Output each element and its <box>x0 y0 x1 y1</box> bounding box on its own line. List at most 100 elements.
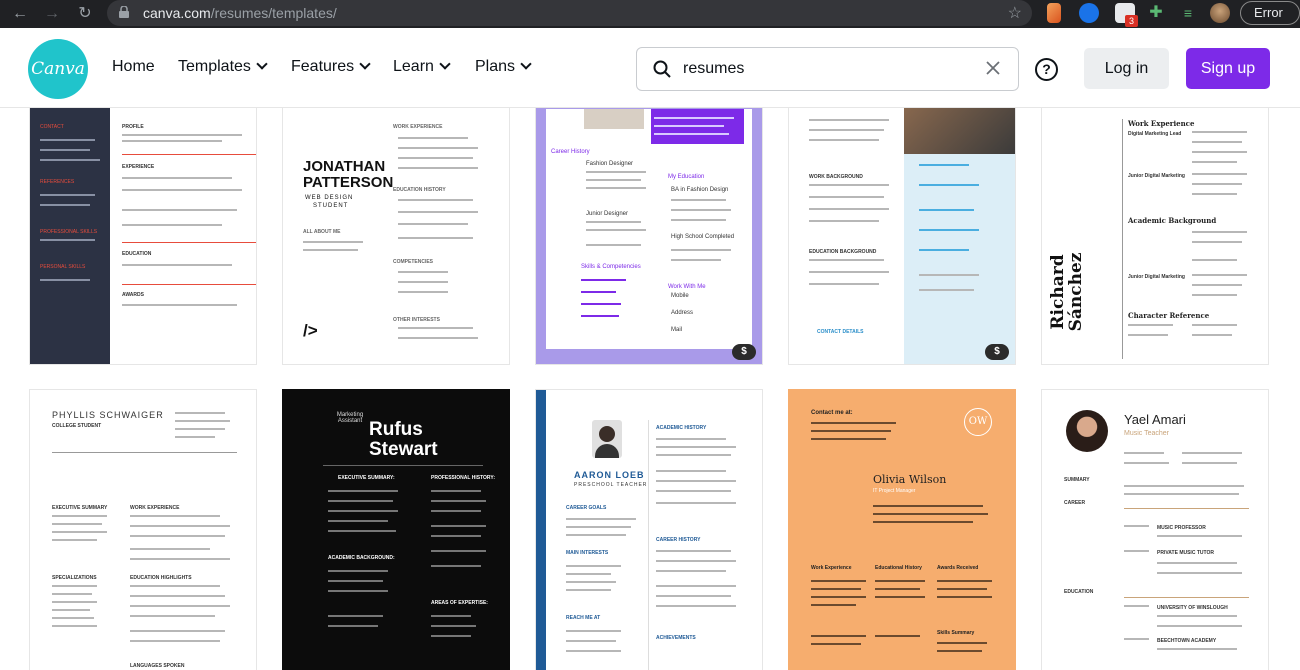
lock-icon <box>119 6 129 18</box>
search-input[interactable]: resumes <box>683 60 744 78</box>
template-text: SUMMARY <box>1064 477 1090 483</box>
template-text: PERSONAL SKILLS <box>40 264 86 270</box>
template-text: EDUCATION HIGHLIGHTS <box>130 575 192 581</box>
template-text: WORK EXPERIENCE <box>393 124 443 130</box>
template-text: Mail <box>671 327 683 333</box>
chevron-down-icon <box>439 58 451 70</box>
template-text: ACADEMIC BACKGROUND: <box>328 555 395 561</box>
login-button[interactable]: Log in <box>1084 48 1169 89</box>
template-card-navy-resume[interactable]: CONTACT REFERENCES PROFESSIONAL SKILLS P… <box>29 108 257 365</box>
avatar <box>1066 410 1108 452</box>
template-text: ACHIEVEMENTS <box>656 635 696 641</box>
template-text: Character Reference <box>1128 311 1210 320</box>
search-icon <box>653 60 671 78</box>
back-icon[interactable]: ← <box>10 4 30 24</box>
template-card-richard-sanchez[interactable]: Richard Sánchez Work Experience Academic … <box>1041 108 1269 365</box>
nav-templates[interactable]: Templates <box>178 58 268 76</box>
template-text: EDUCATION <box>122 251 152 257</box>
template-text: Junior Designer <box>586 211 629 217</box>
template-text: CAREER GOALS <box>566 505 607 511</box>
template-text: Skills & Competencies <box>581 264 641 270</box>
template-name: PHYLLIS SCHWAIGER <box>52 410 164 420</box>
help-icon[interactable]: ? <box>1035 58 1058 81</box>
template-text: BEECHTOWN ACADEMY <box>1157 638 1217 644</box>
address-bar[interactable]: canva.com/resumes/templates/ ☆ <box>107 0 1032 26</box>
browser-toolbar: ← → ↻ canva.com/resumes/templates/ ☆ 3 ✚… <box>0 0 1300 28</box>
template-text: My Education <box>668 174 705 180</box>
template-name: AARON LOEB <box>574 470 645 480</box>
template-card-olivia-wilson[interactable]: Contact me at: OW Olivia Wilson IT Proje… <box>788 389 1016 670</box>
template-card-social-media[interactable]: WORK BACKGROUND EDUCATION BACKGROUND CON… <box>788 108 1016 365</box>
chevron-down-icon <box>520 58 532 70</box>
template-text: COLLEGE STUDENT <box>52 423 102 429</box>
template-text: PRESCHOOL TEACHER <box>574 482 648 488</box>
signup-button[interactable]: Sign up <box>1186 48 1270 89</box>
template-name: Yael Amari <box>1124 412 1186 427</box>
chevron-down-icon <box>256 58 268 70</box>
nav-learn[interactable]: Learn <box>393 58 451 76</box>
template-text: Digital Marketing Lead <box>1128 131 1182 137</box>
template-text: STUDENT <box>313 203 349 209</box>
template-text: CAREER HISTORY <box>656 537 701 543</box>
search-bar[interactable]: resumes <box>636 47 1019 91</box>
premium-badge: $ <box>985 344 1009 360</box>
template-name: Olivia Wilson <box>873 473 947 486</box>
playlist-icon[interactable]: ≡ <box>1178 3 1198 23</box>
template-text: REACH ME AT <box>566 615 601 621</box>
template-text: PROFILE <box>122 124 144 130</box>
template-text: REFERENCES <box>40 179 75 185</box>
template-text: Work Experience <box>811 565 852 571</box>
template-text: ACADEMIC HISTORY <box>656 425 707 431</box>
template-text: WORK EXPERIENCE <box>130 505 180 511</box>
template-text: Educational History <box>875 565 922 571</box>
extension-icon[interactable] <box>1047 3 1061 23</box>
extension-badge: 3 <box>1125 15 1138 27</box>
error-button[interactable]: Error <box>1240 1 1300 25</box>
canva-logo[interactable]: Canva <box>28 39 88 99</box>
template-text: Marketing Assistant <box>336 412 364 424</box>
template-text: Junior Digital Marketing <box>1128 173 1185 179</box>
template-text: ALL ABOUT ME <box>303 229 341 235</box>
template-name: Rufus Stewart <box>369 419 438 460</box>
template-text: IT Project Manager <box>873 488 916 494</box>
template-text: Work Experience <box>1128 119 1195 128</box>
template-card-yael-amari[interactable]: Yael Amari Music Teacher SUMMARY CAREER … <box>1041 389 1269 670</box>
template-text: EDUCATION HISTORY <box>393 187 446 193</box>
template-text: AWARDS <box>122 292 144 298</box>
template-card-fashion-designer[interactable]: Career History Fashion Designer Junior D… <box>535 108 763 365</box>
template-text: Career History <box>551 149 590 155</box>
template-card-rufus-stewart[interactable]: Marketing Assistant Rufus Stewart EXECUTI… <box>282 389 510 670</box>
template-text: EXECUTIVE SUMMARY <box>52 505 108 511</box>
puzzle-icon[interactable]: ✚ <box>1146 3 1166 23</box>
template-text: AREAS OF EXPERTISE: <box>431 600 488 606</box>
template-text: EXPERIENCE <box>122 164 155 170</box>
reload-icon[interactable]: ↻ <box>75 4 95 24</box>
chevron-down-icon <box>359 58 371 70</box>
extension-image-icon[interactable]: 3 <box>1115 3 1138 27</box>
template-card-phyllis-schwaiger[interactable]: PHYLLIS SCHWAIGER COLLEGE STUDENT EXECUT… <box>29 389 257 670</box>
monogram-logo: OW <box>964 408 992 436</box>
template-text: PROFESSIONAL HISTORY: <box>431 475 495 481</box>
template-text: LANGUAGES SPOKEN <box>130 663 185 669</box>
nav-home[interactable]: Home <box>112 58 155 76</box>
forward-icon[interactable]: → <box>42 4 62 24</box>
template-text: OTHER INTERESTS <box>393 317 440 323</box>
url-text: canva.com/resumes/templates/ <box>143 5 337 21</box>
extension-drop-icon[interactable] <box>1079 3 1099 23</box>
nav-features[interactable]: Features <box>291 58 371 76</box>
template-text: Contact me at: <box>811 410 853 416</box>
template-card-jonathan-patterson[interactable]: JONATHAN PATTERSON WEB DESIGN STUDENT /> … <box>282 108 510 365</box>
template-text: MUSIC PROFESSOR <box>1157 525 1206 531</box>
nav-plans[interactable]: Plans <box>475 58 532 76</box>
template-text: BA in Fashion Design <box>671 187 729 193</box>
clear-search-icon[interactable] <box>984 59 1002 77</box>
template-text: CAREER <box>1064 500 1086 506</box>
bookmark-star-icon[interactable]: ☆ <box>1008 3 1022 23</box>
template-text: EDUCATION BACKGROUND <box>809 249 877 255</box>
premium-badge: $ <box>732 344 756 360</box>
template-text: Awards Received <box>937 565 979 571</box>
template-card-aaron-loeb[interactable]: AARON LOEB PRESCHOOL TEACHER ACADEMIC HI… <box>535 389 763 670</box>
template-name: JONATHAN PATTERSON <box>303 158 394 191</box>
profile-avatar[interactable] <box>1210 3 1230 23</box>
template-text: WEB DESIGN <box>305 195 354 201</box>
